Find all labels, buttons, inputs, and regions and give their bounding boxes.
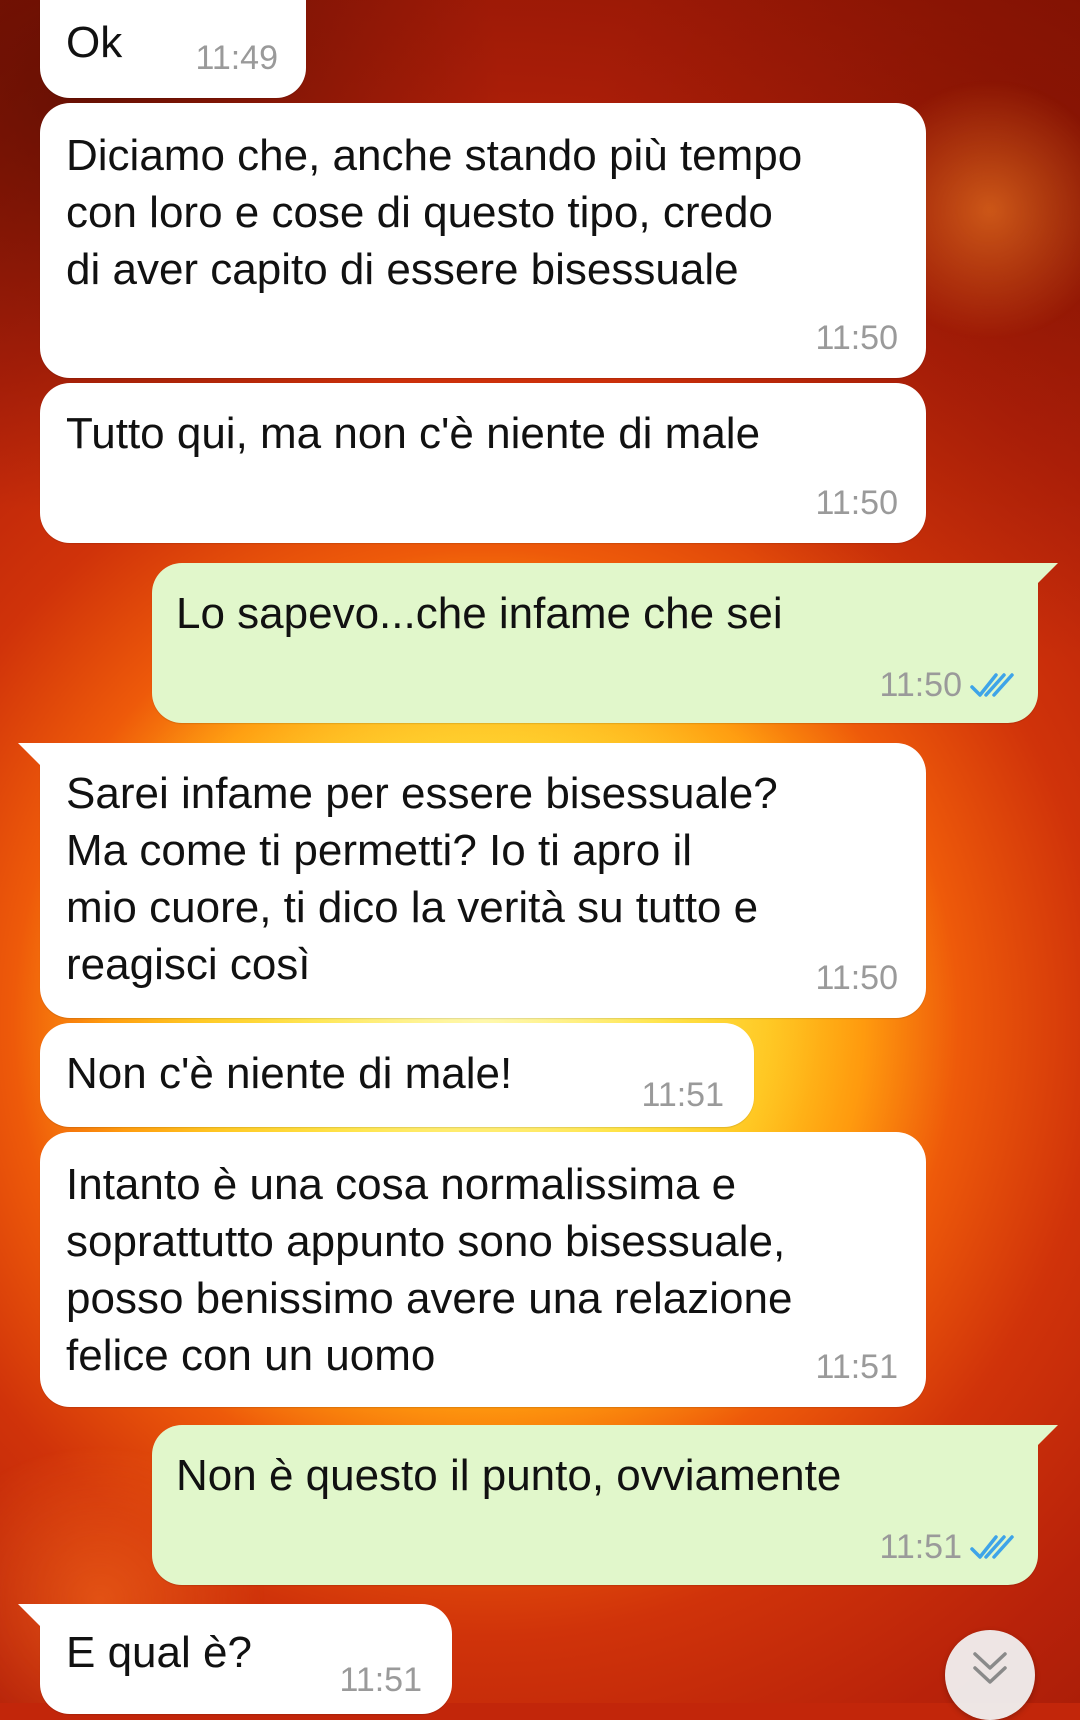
message-time: 11:51 (641, 1076, 724, 1114)
message-bubble-incoming[interactable]: Diciamo che, anche stando più tempo con … (40, 103, 926, 378)
message-time: 11:51 (339, 1661, 422, 1699)
message-bubble-incoming[interactable]: E qual è? 11:51 (18, 1604, 452, 1714)
message-bubble-incoming[interactable]: Tutto qui, ma non c'è niente di male 11:… (40, 383, 926, 543)
message-time: 11:50 (815, 959, 898, 997)
message-time: 11:50 (815, 484, 898, 522)
double-chevron-down-icon (973, 1652, 1007, 1684)
scroll-to-bottom-button[interactable] (945, 1630, 1035, 1720)
message-text: Intanto è una cosa normalissima e soprat… (66, 1160, 793, 1380)
message-time: 11:49 (195, 39, 278, 77)
message-time: 11:50 (815, 319, 898, 357)
message-bubble-incoming[interactable]: Ok 11:49 (40, 0, 306, 98)
message-text: Non è questo il punto, ovviamente (176, 1451, 842, 1500)
message-text: Sarei infame per essere bisessuale? Ma c… (66, 769, 778, 989)
message-bubble-incoming[interactable]: Non c'è niente di male! 11:51 (40, 1023, 754, 1127)
message-bubble-outgoing[interactable]: Lo sapevo...che infame che sei 11:50 (152, 563, 1058, 723)
message-time: 11:51 (815, 1348, 898, 1386)
message-text: Diciamo che, anche stando più tempo con … (66, 131, 803, 294)
double-check-icon (970, 1535, 1014, 1559)
message-text: Non c'è niente di male! (66, 1049, 513, 1098)
message-text: Tutto qui, ma non c'è niente di male (66, 409, 761, 458)
message-time: 11:51 (879, 1527, 1016, 1567)
message-bubble-incoming[interactable]: Intanto è una cosa normalissima e soprat… (40, 1132, 926, 1407)
message-time: 11:50 (879, 665, 1016, 705)
double-check-icon (970, 673, 1014, 697)
message-text: Lo sapevo...che infame che sei (176, 589, 783, 638)
message-bubble-outgoing[interactable]: Non è questo il punto, ovviamente 11:51 (152, 1425, 1058, 1585)
message-bubble-incoming[interactable]: Sarei infame per essere bisessuale? Ma c… (18, 743, 926, 1018)
